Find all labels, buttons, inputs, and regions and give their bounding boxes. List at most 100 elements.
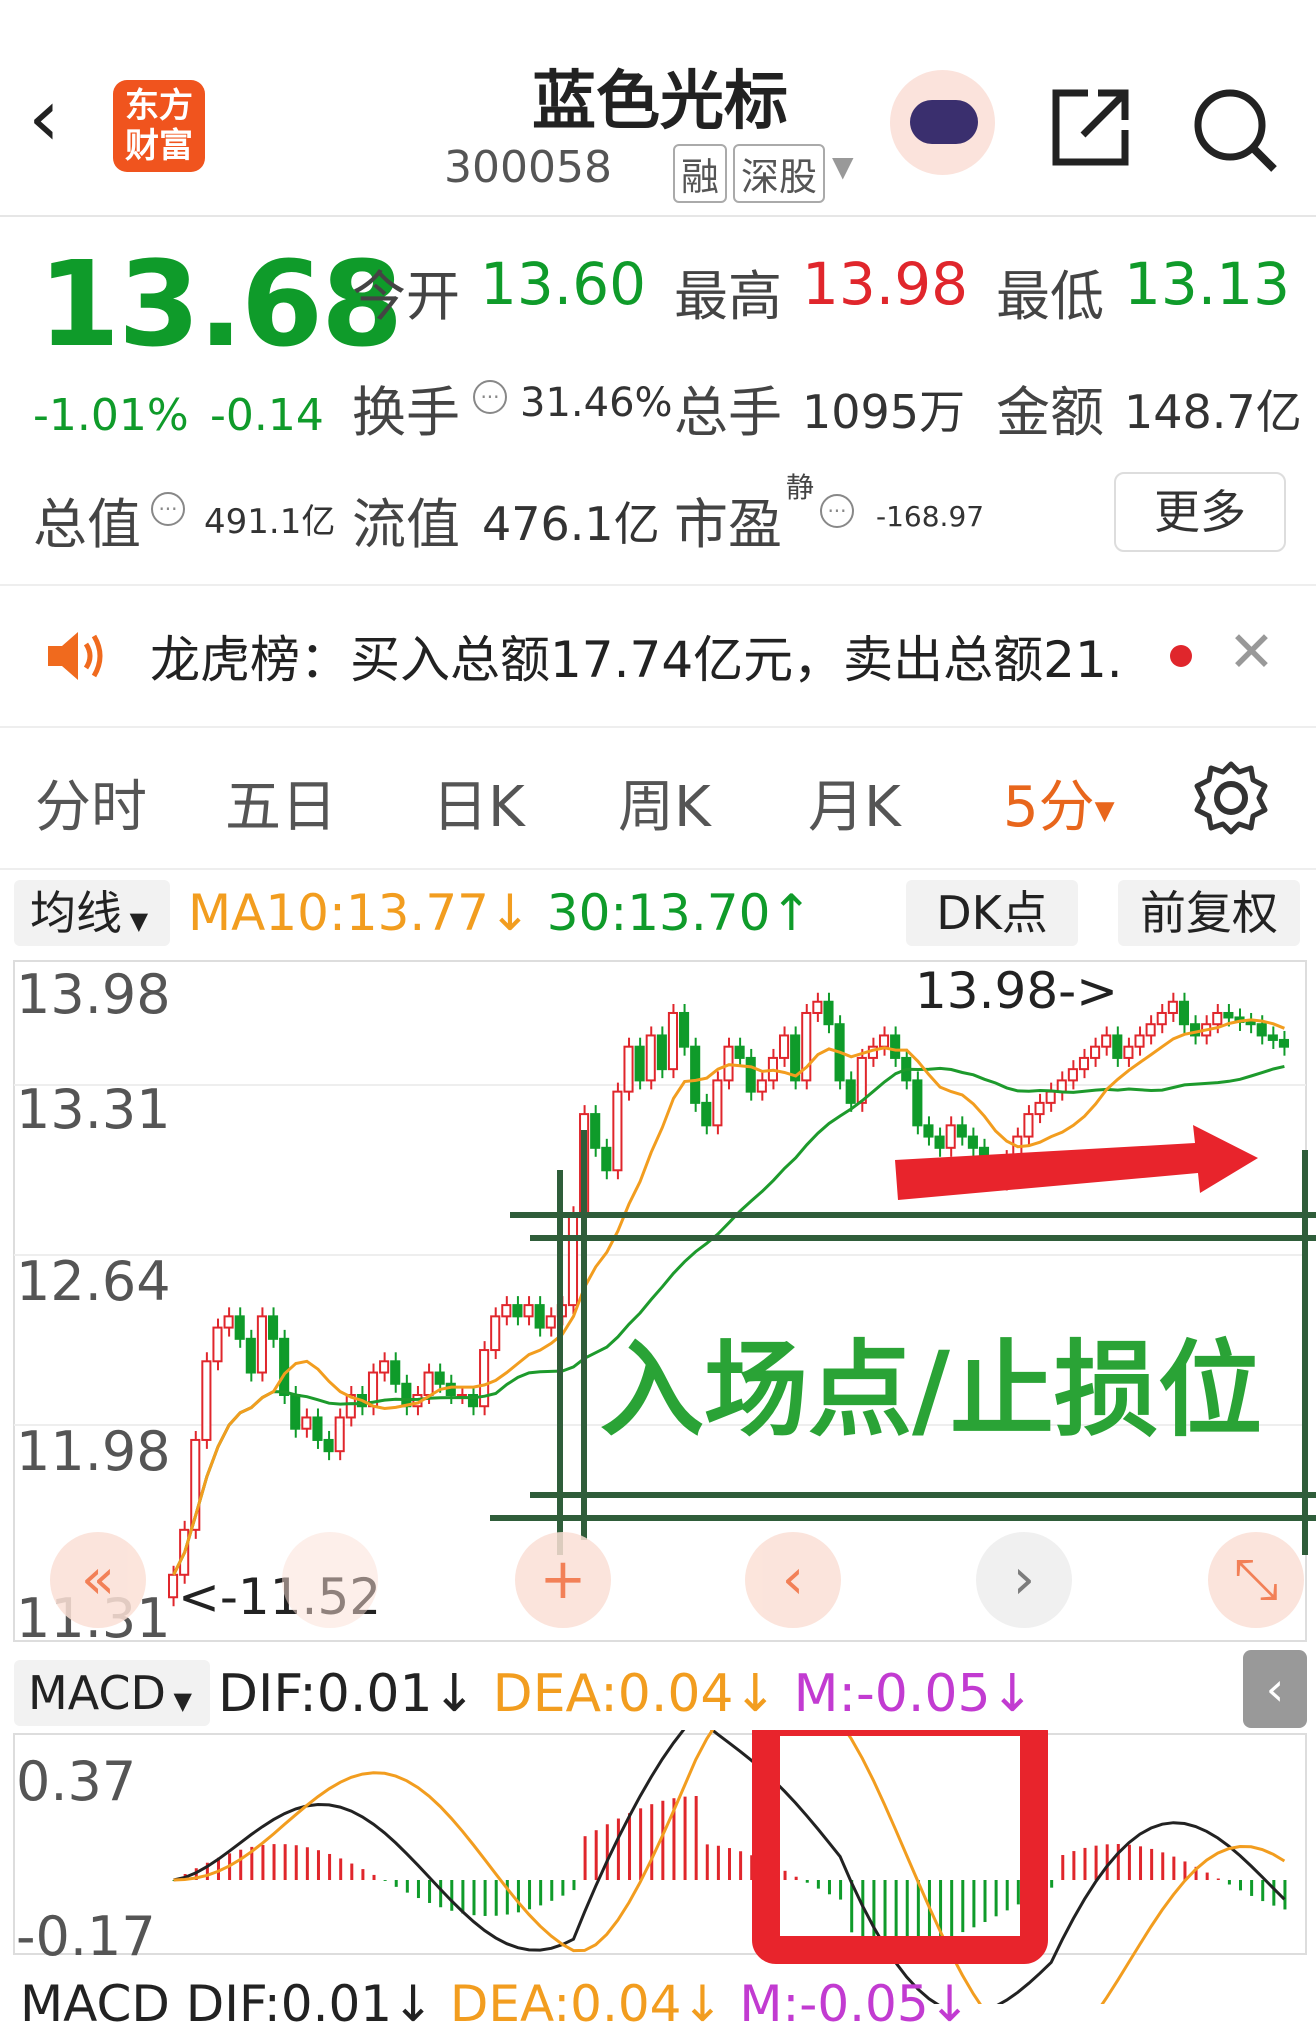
candle-body — [690, 1045, 701, 1104]
candle-body — [401, 1382, 412, 1408]
macd-histogram — [172, 1796, 1287, 1944]
macd-bar — [1050, 1880, 1054, 1888]
macd-bar — [383, 1880, 387, 1881]
y-axis-label: 13.98 — [16, 963, 171, 1026]
change-amount: -0.14 — [210, 390, 324, 441]
macd-bar — [494, 1880, 498, 1916]
dk-point-button[interactable]: DK点 — [906, 880, 1078, 946]
tab-daily-k[interactable]: 日K — [432, 762, 525, 843]
macd-bar — [550, 1880, 554, 1901]
high-price-marker: 13.98-> — [915, 962, 1119, 1020]
close-icon[interactable]: ✕ — [1228, 620, 1275, 685]
candle-body — [279, 1337, 290, 1396]
candle-body — [534, 1304, 545, 1329]
gear-icon[interactable] — [1193, 760, 1269, 836]
candle-body — [201, 1360, 212, 1441]
nav-placeholder — [282, 1532, 378, 1628]
market-cap-value: 491.1亿 — [204, 502, 336, 542]
open-value: 13.60 — [480, 250, 647, 318]
candle-body — [1045, 1090, 1056, 1104]
logo-line-1: 东方 — [125, 86, 193, 126]
y-axis-label: 13.31 — [16, 1078, 171, 1141]
zoom-in-button[interactable]: + — [515, 1532, 611, 1628]
candle-body — [945, 1124, 956, 1149]
more-button[interactable]: 更多 — [1114, 472, 1286, 552]
macd-bar — [572, 1880, 576, 1891]
rewind-button[interactable]: « — [50, 1532, 146, 1628]
macd-values: DIF:0.01↓ DEA:0.04↓ M:-0.05↓ — [218, 1664, 1034, 1724]
tab-5min[interactable]: 5分▼ — [1003, 762, 1115, 843]
volume-label: 总手 — [674, 381, 782, 444]
prev-button[interactable]: ‹ — [745, 1532, 841, 1628]
candle-body — [679, 1011, 690, 1048]
macd-bar — [472, 1880, 476, 1916]
macd-bar — [583, 1836, 587, 1880]
macd-bar — [916, 1880, 920, 1944]
candle-body — [1078, 1056, 1090, 1071]
macd-bar — [328, 1853, 332, 1880]
candle-body — [890, 1034, 901, 1059]
macd-bar — [694, 1796, 698, 1880]
macd-bar — [405, 1880, 409, 1893]
macd-bar — [461, 1880, 465, 1914]
turnover-value: 31.46% — [520, 380, 673, 426]
candle-body — [645, 1034, 656, 1082]
macd-bar — [1105, 1844, 1109, 1880]
macd-bar — [561, 1880, 565, 1896]
back-icon[interactable]: ‹ — [28, 78, 88, 168]
market-tag[interactable]: 深股 — [733, 144, 826, 203]
macd-bar — [428, 1880, 432, 1903]
expand-button[interactable]: ⤡ — [1208, 1532, 1304, 1628]
next-button[interactable]: › — [976, 1532, 1072, 1628]
dif-value: DIF:0.01↓ — [218, 1664, 477, 1724]
amount-label: 金额 — [996, 381, 1104, 444]
macd-bar — [1205, 1872, 1209, 1880]
macd-bar — [350, 1863, 354, 1880]
macd-bar — [516, 1880, 520, 1913]
macd-bar — [783, 1870, 787, 1880]
speaker-icon — [48, 632, 103, 680]
macd-bar — [483, 1880, 487, 1916]
candle-body — [567, 1214, 579, 1307]
tab-weekly-k[interactable]: 周K — [618, 762, 711, 843]
amount-value: 148.7亿 — [1124, 385, 1302, 439]
candle-body — [967, 1135, 978, 1149]
collapse-button[interactable]: ‹ — [1243, 1650, 1307, 1728]
share-icon[interactable] — [1048, 85, 1133, 170]
tab-intraday[interactable]: 分时 — [35, 762, 147, 843]
macd-bar — [1150, 1848, 1154, 1880]
macd-bar — [305, 1847, 309, 1880]
macd-bar — [728, 1848, 731, 1880]
search-icon[interactable] — [1190, 85, 1280, 175]
tab-monthly-k[interactable]: 月K — [808, 762, 901, 843]
info-icon[interactable]: ··· — [473, 380, 507, 414]
adjustment-button[interactable]: 前复权 — [1118, 880, 1300, 946]
app-logo: 东方 财富 — [113, 80, 205, 172]
ma30-value: 30:13.70↑ — [546, 884, 813, 942]
candle-body — [590, 1113, 601, 1149]
tab-five-day[interactable]: 五日 — [225, 762, 337, 843]
dif-value: DIF:0.01↓ — [185, 1975, 434, 2033]
macd-chart[interactable] — [0, 1730, 1316, 2004]
candle-body — [1101, 1034, 1112, 1048]
candle-body — [1056, 1079, 1067, 1093]
entry-stop-annotation: 入场点/止损位 — [600, 1329, 1262, 1451]
macd-bar — [283, 1844, 287, 1880]
unread-dot — [1170, 645, 1192, 667]
kline-chart[interactable] — [0, 955, 1316, 1645]
high-label: 最高 — [674, 265, 782, 328]
candle-body — [501, 1304, 512, 1318]
info-icon[interactable]: ··· — [820, 494, 854, 528]
macd-bar — [1139, 1846, 1143, 1880]
candle-body — [923, 1124, 934, 1138]
info-icon[interactable]: ··· — [151, 492, 185, 526]
y-axis-label: 12.64 — [16, 1250, 171, 1313]
ma-selector[interactable]: 均线 ▼ — [14, 880, 170, 946]
indicator-selector[interactable]: MACD ▼ — [14, 1660, 210, 1726]
candle-body — [490, 1315, 501, 1352]
candle-body — [301, 1416, 312, 1430]
chevron-down-icon[interactable]: ▼ — [832, 150, 854, 183]
notice-text[interactable]: 龙虎榜：买入总额17.74亿元，卖出总额21. — [150, 620, 1123, 692]
candle-body — [823, 1000, 834, 1026]
macd-bar — [1005, 1880, 1009, 1911]
